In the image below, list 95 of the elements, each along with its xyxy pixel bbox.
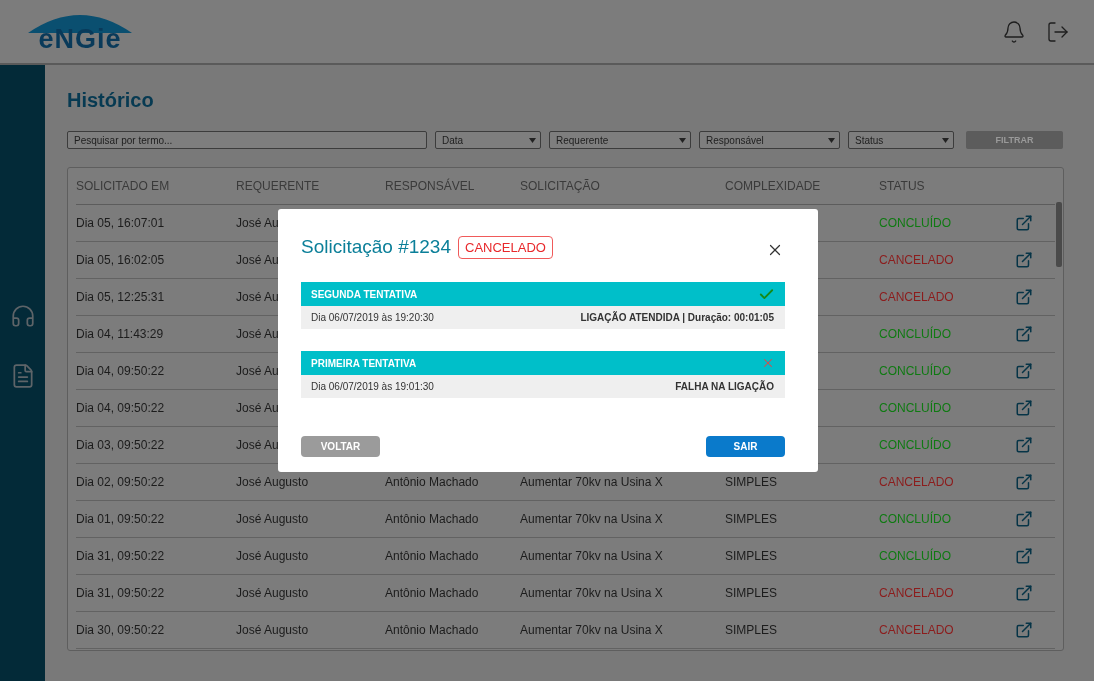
modal-title: Solicitação #1234 bbox=[301, 236, 451, 258]
filter-dropdown[interactable]: Responsável bbox=[699, 131, 840, 149]
attempt-result: LIGAÇÃO ATENDIDA | Duração: 00:01:05 bbox=[580, 312, 774, 323]
column-header: REQUERENTE bbox=[236, 179, 321, 193]
table-cell: Aumentar 70kv na Usina X bbox=[520, 512, 663, 526]
table-cell: Antônio Machado bbox=[385, 586, 479, 600]
table-cell: José Au bbox=[236, 290, 279, 304]
status-text: CONCLUÍDO bbox=[879, 327, 951, 341]
table-cell: José Augusto bbox=[236, 586, 309, 600]
filter-dropdown[interactable]: Requerente bbox=[549, 131, 691, 149]
external-link-icon[interactable] bbox=[1015, 214, 1033, 232]
external-link-icon[interactable] bbox=[1015, 362, 1033, 380]
headset-icon[interactable] bbox=[9, 303, 36, 329]
search-field[interactable]: Pesquisar por termo... bbox=[67, 131, 427, 149]
table-cell: Dia 03, 09:50:22 bbox=[76, 438, 165, 452]
page-title: Histórico bbox=[67, 89, 155, 112]
external-link-icon[interactable] bbox=[1015, 473, 1033, 491]
table-cell: Antônio Machado bbox=[385, 549, 479, 563]
caret-icon bbox=[529, 137, 536, 143]
status-text: CANCELADO bbox=[879, 623, 954, 637]
notification-bell-icon[interactable] bbox=[1002, 19, 1026, 44]
table-cell: Dia 05, 12:25:31 bbox=[76, 290, 165, 304]
table-cell: SIMPLES bbox=[725, 549, 778, 563]
attempt-date: Dia 06/07/2019 às 19:01:30 bbox=[311, 381, 434, 392]
attempt-result: FALHA NA LIGAÇÃO bbox=[675, 381, 774, 392]
external-link-icon[interactable] bbox=[1015, 399, 1033, 417]
filter-button[interactable]: FILTRAR bbox=[966, 131, 1063, 149]
filter-dropdown[interactable]: Data bbox=[435, 131, 541, 149]
column-header: SOLICITADO EM bbox=[76, 179, 171, 193]
attempt-date: Dia 06/07/2019 às 19:20:30 bbox=[311, 312, 434, 323]
status-text: CONCLUÍDO bbox=[879, 216, 951, 230]
external-link-icon[interactable] bbox=[1015, 621, 1033, 639]
table-cell: José Augusto bbox=[236, 623, 309, 637]
table-cell: Aumentar 70kv na Usina X bbox=[520, 623, 663, 637]
scrollbar-thumb[interactable] bbox=[1056, 202, 1062, 267]
table-cell: Dia 04, 09:50:22 bbox=[76, 401, 165, 415]
status-badge: CANCELADO bbox=[458, 235, 553, 259]
status-text: CANCELADO bbox=[879, 475, 954, 489]
status-text: CONCLUÍDO bbox=[879, 401, 951, 415]
filter-dropdown[interactable]: Status bbox=[848, 131, 954, 149]
table-cell: José Augusto bbox=[236, 549, 309, 563]
table-cell: José Au bbox=[236, 253, 279, 267]
logout-icon[interactable] bbox=[1046, 19, 1070, 44]
attempt-title: SEGUNDA TENTATIVA bbox=[311, 288, 418, 300]
table-cell: Antônio Machado bbox=[385, 475, 479, 489]
table-cell: José Augusto bbox=[236, 475, 309, 489]
column-header: RESPONSÁVEL bbox=[385, 179, 476, 193]
caret-icon bbox=[679, 137, 686, 143]
table-cell: Dia 31, 09:50:22 bbox=[76, 549, 165, 563]
status-text: CANCELADO bbox=[879, 253, 954, 267]
table-cell: José Au bbox=[236, 401, 279, 415]
caret-icon bbox=[942, 137, 949, 143]
external-link-icon[interactable] bbox=[1015, 436, 1033, 454]
status-text: CONCLUÍDO bbox=[879, 364, 951, 378]
table-cell: Dia 05, 16:07:01 bbox=[76, 216, 165, 230]
status-text: CONCLUÍDO bbox=[879, 512, 951, 526]
table-cell: Dia 04, 09:50:22 bbox=[76, 364, 165, 378]
external-link-icon[interactable] bbox=[1015, 584, 1033, 602]
external-link-icon[interactable] bbox=[1015, 325, 1033, 343]
exit-button[interactable]: SAIR bbox=[706, 436, 785, 457]
table-cell: SIMPLES bbox=[725, 475, 778, 489]
table-cell: José Au bbox=[236, 327, 279, 341]
table-cell: Antônio Machado bbox=[385, 512, 479, 526]
table-cell: Dia 30, 09:50:22 bbox=[76, 623, 165, 637]
column-header: STATUS bbox=[879, 179, 926, 193]
table-cell: SIMPLES bbox=[725, 512, 778, 526]
column-header: SOLICITAÇÃO bbox=[520, 179, 601, 193]
table-cell: Aumentar 70kv na Usina X bbox=[520, 475, 663, 489]
table-cell: José Au bbox=[236, 438, 279, 452]
column-header: COMPLEXIDADE bbox=[725, 179, 822, 193]
external-link-icon[interactable] bbox=[1015, 510, 1033, 528]
table-cell: Dia 04, 11:43:29 bbox=[76, 327, 164, 341]
table-cell: José Au bbox=[236, 364, 279, 378]
table-cell: Aumentar 70kv na Usina X bbox=[520, 586, 663, 600]
table-cell: Dia 05, 16:02:05 bbox=[76, 253, 165, 267]
back-button[interactable]: VOLTAR bbox=[301, 436, 380, 457]
attempt-title: PRIMEIRA TENTATIVA bbox=[311, 357, 417, 369]
table-cell: Aumentar 70kv na Usina X bbox=[520, 549, 663, 563]
external-link-icon[interactable] bbox=[1015, 251, 1033, 269]
table-cell: Dia 31, 09:50:22 bbox=[76, 586, 165, 600]
status-text: CONCLUÍDO bbox=[879, 438, 951, 452]
status-text: CANCELADO bbox=[879, 586, 954, 600]
status-text: CANCELADO bbox=[879, 290, 954, 304]
table-cell: Dia 02, 09:50:22 bbox=[76, 475, 165, 489]
table-cell: José Augusto bbox=[236, 512, 309, 526]
external-link-icon[interactable] bbox=[1015, 547, 1033, 565]
table-cell: SIMPLES bbox=[725, 623, 778, 637]
status-text: CONCLUÍDO bbox=[879, 549, 951, 563]
table-cell: Antônio Machado bbox=[385, 623, 479, 637]
table-cell: SIMPLES bbox=[725, 586, 778, 600]
table-cell: José Au bbox=[236, 216, 279, 230]
external-link-icon[interactable] bbox=[1015, 288, 1033, 306]
engie-logo: eNGie bbox=[24, 10, 136, 53]
caret-icon bbox=[828, 137, 835, 143]
table-cell: Dia 01, 09:50:22 bbox=[76, 512, 165, 526]
